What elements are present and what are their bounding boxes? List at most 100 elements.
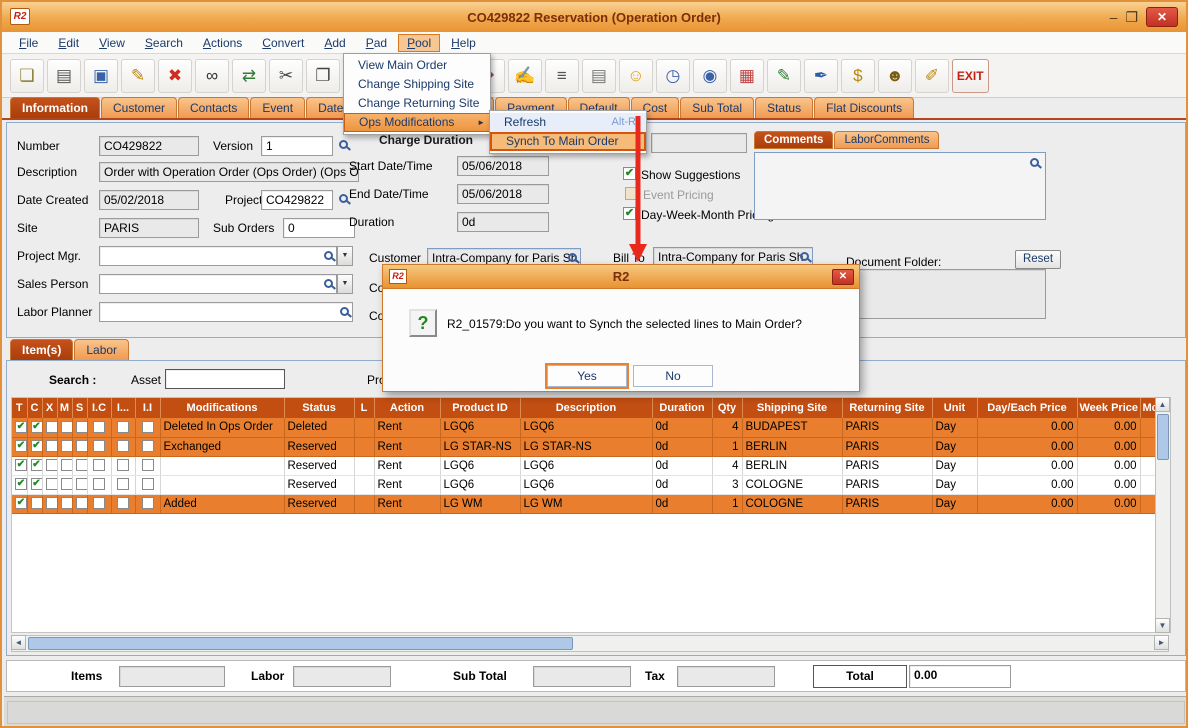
row-checkbox-s[interactable] xyxy=(76,440,88,452)
disk-button[interactable]: ◉ xyxy=(693,59,727,93)
scroll-down-arrow[interactable]: ▼ xyxy=(1155,618,1170,633)
horizontal-scrollbar[interactable]: ◄ ► xyxy=(11,635,1169,652)
comments-tab-laborcomments[interactable]: LaborComments xyxy=(834,131,939,149)
row-checkbox-i-[interactable] xyxy=(117,459,129,471)
row-checkbox-x[interactable] xyxy=(46,459,58,471)
labor-planner-search-icon[interactable] xyxy=(340,307,349,316)
menu-search[interactable]: Search xyxy=(136,34,192,52)
row-checkbox-m[interactable] xyxy=(61,459,73,471)
column-header-status[interactable]: Status xyxy=(284,398,354,418)
row-checkbox-m[interactable] xyxy=(61,497,73,509)
column-header-week-price[interactable]: Week Price xyxy=(1077,398,1140,418)
menu-convert[interactable]: Convert xyxy=(253,34,313,52)
row-checkbox-i-i[interactable] xyxy=(142,497,154,509)
column-header-action[interactable]: Action xyxy=(374,398,440,418)
row-checkbox-i-i[interactable] xyxy=(142,459,154,471)
row-checkbox-c[interactable] xyxy=(31,497,43,509)
row-checkbox-x[interactable] xyxy=(46,440,58,452)
customer-search-icon[interactable] xyxy=(568,253,577,262)
covered-field[interactable] xyxy=(651,133,747,153)
copy-button[interactable]: ❐ xyxy=(306,59,340,93)
row-checkbox-i-[interactable] xyxy=(117,478,129,490)
menu-actions[interactable]: Actions xyxy=(194,34,251,52)
cut-button[interactable]: ✂ xyxy=(269,59,303,93)
menu-pool[interactable]: Pool xyxy=(398,34,440,52)
tab-status[interactable]: Status xyxy=(755,97,813,118)
row-checkbox-c[interactable]: ✔ xyxy=(31,459,43,471)
row-checkbox-c[interactable]: ✔ xyxy=(31,478,43,490)
document-folder-box[interactable] xyxy=(846,269,1046,319)
menu-edit[interactable]: Edit xyxy=(49,34,88,52)
project-field[interactable]: CO429822 xyxy=(261,190,333,210)
row-checkbox-t[interactable]: ✔ xyxy=(15,421,27,433)
pool-menu-item-change-returning-site[interactable]: Change Returning Site xyxy=(344,94,490,113)
asset-search-input[interactable] xyxy=(165,369,285,389)
sub-orders-field[interactable]: 0 xyxy=(283,218,355,238)
row-checkbox-x[interactable] xyxy=(46,497,58,509)
edit-notes-button[interactable]: ✎ xyxy=(767,59,801,93)
new-document-button[interactable]: ❏ xyxy=(10,59,44,93)
version-field[interactable]: 1 xyxy=(261,136,333,156)
scroll-up-arrow[interactable]: ▲ xyxy=(1155,397,1170,412)
scroll-left-arrow[interactable]: ◄ xyxy=(11,635,26,650)
vertical-scroll-thumb[interactable] xyxy=(1157,414,1169,460)
comments-tab-comments[interactable]: Comments xyxy=(754,131,833,149)
yes-button[interactable]: Yes xyxy=(547,365,627,387)
items-tab-item-s-[interactable]: Item(s) xyxy=(10,339,73,360)
tab-sub-total[interactable]: Sub Total xyxy=(680,97,754,118)
print-labels-button[interactable]: ▤ xyxy=(582,59,616,93)
column-header-unit[interactable]: Unit xyxy=(932,398,977,418)
column-header-day-each-price[interactable]: Day/Each Price xyxy=(977,398,1077,418)
column-header-x[interactable]: X xyxy=(42,398,57,418)
row-checkbox-t[interactable]: ✔ xyxy=(15,440,27,452)
menu-pad[interactable]: Pad xyxy=(357,34,396,52)
end-date-field[interactable]: 05/06/2018 xyxy=(457,184,549,204)
column-header-l[interactable]: L xyxy=(354,398,374,418)
project-mgr-dropdown-button[interactable]: ▼ xyxy=(337,246,353,266)
sales-person-dropdown-button[interactable]: ▼ xyxy=(337,274,353,294)
row-checkbox-i-c[interactable] xyxy=(93,421,105,433)
version-search-icon[interactable] xyxy=(339,140,348,149)
comments-box[interactable] xyxy=(754,152,1046,220)
column-header-t[interactable]: T xyxy=(12,398,27,418)
column-header-i-c[interactable]: I.C xyxy=(87,398,111,418)
money-button[interactable]: $ xyxy=(841,59,875,93)
menu-file[interactable]: File xyxy=(10,34,47,52)
menu-help[interactable]: Help xyxy=(442,34,485,52)
save-button[interactable]: ▣ xyxy=(84,59,118,93)
reset-button[interactable]: Reset xyxy=(1015,250,1061,269)
tab-event[interactable]: Event xyxy=(250,97,305,118)
bill-to-search-icon[interactable] xyxy=(800,252,809,261)
comments-search-icon[interactable] xyxy=(1030,158,1039,167)
dialog-close-button[interactable]: ✕ xyxy=(832,269,854,285)
project-mgr-search-icon[interactable] xyxy=(324,251,333,260)
row-checkbox-t[interactable]: ✔ xyxy=(15,497,27,509)
row-checkbox-c[interactable]: ✔ xyxy=(31,440,43,452)
column-header-modifications[interactable]: Modifications xyxy=(160,398,284,418)
no-button[interactable]: No xyxy=(633,365,713,387)
column-header-qty[interactable]: Qty xyxy=(712,398,742,418)
pen-blue-button[interactable]: ✒ xyxy=(804,59,838,93)
column-header-i-[interactable]: I... xyxy=(111,398,135,418)
column-header-returning-site[interactable]: Returning Site xyxy=(842,398,932,418)
row-checkbox-i-[interactable] xyxy=(117,440,129,452)
column-header-description[interactable]: Description xyxy=(520,398,652,418)
labor-planner-field[interactable] xyxy=(99,302,353,322)
find-binoculars-button[interactable]: ∞ xyxy=(195,59,229,93)
restore-button[interactable]: ❐ xyxy=(1125,8,1138,26)
table-row[interactable]: ✔✔ExchangedReservedRentLG STAR-NSLG STAR… xyxy=(12,437,1169,456)
row-checkbox-s[interactable] xyxy=(76,421,88,433)
row-checkbox-x[interactable] xyxy=(46,421,58,433)
convert-button[interactable]: ⇄ xyxy=(232,59,266,93)
delete-button[interactable]: ✖ xyxy=(158,59,192,93)
print-button[interactable]: ▤ xyxy=(47,59,81,93)
table-row[interactable]: ✔✔ReservedRentLGQ6LGQ60d4BERLINPARISDay0… xyxy=(12,456,1169,475)
table-row[interactable]: ✔AddedReservedRentLG WMLG WM0d1COLOGNEPA… xyxy=(12,494,1169,513)
row-checkbox-t[interactable]: ✔ xyxy=(15,478,27,490)
vertical-scrollbar[interactable]: ▲ ▼ xyxy=(1155,397,1171,633)
note-edit-button[interactable]: ✍ xyxy=(508,59,542,93)
menu-add[interactable]: Add xyxy=(315,34,354,52)
project-mgr-field[interactable] xyxy=(99,246,337,266)
row-checkbox-x[interactable] xyxy=(46,478,58,490)
smiley-button[interactable]: ☺ xyxy=(619,59,653,93)
